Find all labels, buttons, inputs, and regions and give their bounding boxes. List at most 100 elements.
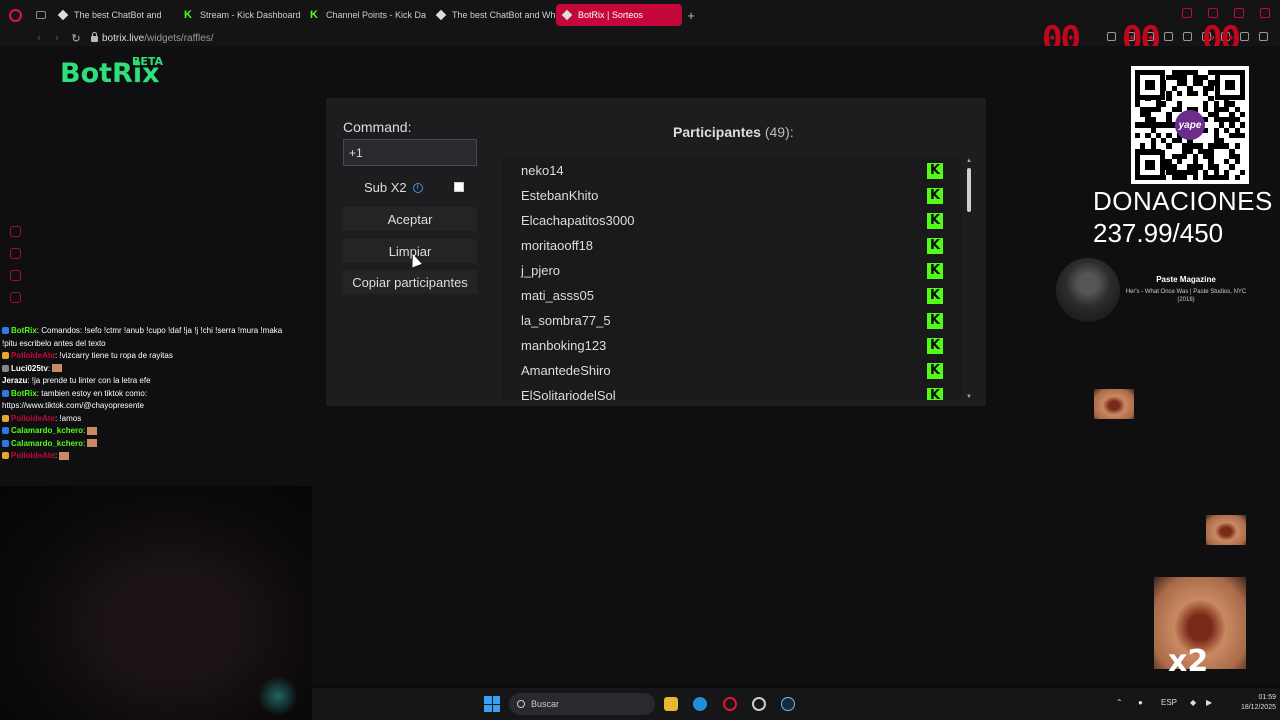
participant-row: la_sombra77_5 K (502, 308, 962, 333)
emote-image (59, 451, 70, 460)
chat-message: Calamardo_kchero: (2, 438, 312, 451)
sidebar-feature-icon[interactable] (10, 226, 21, 237)
badge-icon (2, 452, 9, 460)
badge-icon (2, 414, 9, 422)
chat-message: PolloideAte: (2, 450, 312, 463)
play-icon[interactable] (1183, 32, 1192, 41)
beta-badge: BETA (132, 55, 164, 68)
microphone-icon[interactable]: ● (1138, 698, 1143, 707)
tab-channel-points[interactable]: K Channel Points - Kick Da (304, 4, 430, 26)
taskbar-search[interactable]: Buscar (509, 693, 655, 715)
zoom-icon[interactable] (1107, 32, 1116, 41)
participant-row: neko14 K (502, 158, 962, 183)
close-icon[interactable] (1260, 8, 1270, 18)
scroll-down-icon[interactable]: ▼ (965, 394, 973, 400)
chat-message: Calamardo_kchero: (2, 425, 312, 438)
yape-logo: yape (1175, 110, 1205, 140)
command-label: Command: (343, 119, 412, 135)
donations-label: DONACIONES (1093, 186, 1273, 216)
webcam-feed (0, 486, 312, 720)
sub-x2-checkbox[interactable] (454, 182, 464, 192)
sidebar-feature-icon[interactable] (10, 248, 21, 259)
new-tab-button[interactable]: + (682, 8, 700, 23)
kick-icon: K (927, 312, 943, 329)
url-field[interactable]: botrix.live/widgets/raffles/ (102, 33, 214, 44)
chat-message: !pitu escribelo antes del texto (2, 338, 106, 348)
tab-botrix-1[interactable]: The best ChatBot and (52, 4, 178, 26)
command-input[interactable] (343, 139, 477, 166)
kick-icon: K (927, 287, 943, 304)
badge-icon (2, 364, 9, 372)
badge-icon (2, 327, 9, 335)
now-playing-subtitle: Her's - What Once Was | Paste Studios, N… (1125, 289, 1247, 303)
address-bar: ‹ › ↻ botrix.live/widgets/raffles/ (0, 30, 1280, 46)
translate-icon[interactable] (1164, 32, 1173, 41)
tab-kick-dashboard[interactable]: K Stream - Kick Dashboard (178, 4, 304, 26)
kick-icon: K (184, 9, 192, 21)
window-controls (1182, 8, 1270, 18)
opera-logo-icon[interactable] (0, 0, 30, 30)
scroll-up-icon[interactable]: ▲ (965, 158, 973, 164)
search-tabs-icon[interactable] (1182, 8, 1192, 18)
download-icon[interactable] (1240, 32, 1249, 41)
reload-icon[interactable]: ↻ (66, 32, 86, 45)
minimize-icon[interactable] (1208, 8, 1218, 18)
diamond-icon (435, 9, 447, 21)
kick-icon: K (927, 387, 943, 400)
taskbar (312, 688, 1280, 720)
chat-message: BotRix: tambien estoy en tiktok como: (2, 388, 312, 401)
chat-overlay: BotRix: Comandos: !sefo !ctmr !anub !cup… (2, 325, 312, 463)
opera-icon[interactable] (723, 697, 737, 711)
participant-row: ElSolitariodelSol K (502, 383, 962, 400)
language-indicator[interactable]: ESP (1161, 698, 1177, 707)
kick-icon: K (927, 362, 943, 379)
x2-multiplier: x2 (1168, 644, 1209, 679)
tray-expand-icon[interactable]: ⌃ (1116, 698, 1123, 707)
info-icon[interactable]: i (412, 182, 423, 193)
participant-row: j_pjero K (502, 258, 962, 283)
system-clock[interactable]: 01:59 18/12/2025 (1226, 693, 1276, 713)
sub-x2-label: Sub X2 (364, 180, 407, 195)
emote-image (87, 426, 98, 435)
maximize-icon[interactable] (1234, 8, 1244, 18)
lock-icon[interactable] (86, 32, 102, 42)
kick-icon: K (927, 162, 943, 179)
kick-icon: K (927, 237, 943, 254)
menu-icon[interactable] (1259, 32, 1268, 41)
participant-row: EstebanKhito K (502, 183, 962, 208)
edge-icon[interactable] (693, 697, 707, 711)
diamond-icon (561, 9, 573, 21)
network-icon[interactable]: ◆ (1190, 698, 1196, 707)
emote-image (1094, 389, 1134, 419)
kick-icon: K (927, 262, 943, 279)
badge-icon (2, 352, 9, 360)
sidebar-feature-icon[interactable] (10, 292, 21, 303)
accept-button[interactable]: Aceptar (343, 207, 477, 231)
participants-list[interactable]: neko14 K EstebanKhito K Elcachapatitos3000… (502, 158, 962, 400)
emote-image (87, 439, 98, 448)
obs-icon[interactable] (752, 697, 766, 711)
copy-participants-button[interactable]: Copiar participantes (343, 270, 477, 294)
steam-icon[interactable] (781, 697, 795, 711)
workspaces-icon[interactable] (30, 0, 52, 30)
chat-message: https://www.tiktok.com/@chayopresente (2, 401, 144, 410)
donations-value: 237.99/450 (1093, 218, 1224, 248)
participant-row: AmantedeShiro K (502, 358, 962, 383)
badge-icon (2, 427, 9, 435)
participants-scrollbar[interactable]: ▲ ▼ (965, 158, 973, 400)
file-explorer-icon[interactable] (664, 697, 678, 711)
tab-botrix-2[interactable]: The best ChatBot and Wh (430, 4, 556, 26)
forward-icon[interactable]: › (48, 32, 66, 44)
emote-image (1206, 515, 1246, 545)
chat-message: Luci025tv: (2, 363, 312, 376)
sidebar-feature-icon[interactable] (10, 270, 21, 281)
sub-x2-row: Sub X2 i (364, 180, 423, 195)
badge-icon (2, 389, 9, 397)
windows-start-icon[interactable] (484, 696, 500, 712)
tab-botrix-sorteos[interactable]: BotRix | Sorteos (556, 4, 682, 26)
volume-icon[interactable]: ▶ (1206, 698, 1212, 707)
diamond-icon (57, 9, 69, 21)
back-icon[interactable]: ‹ (30, 32, 48, 44)
participant-row: Elcachapatitos3000 K (502, 208, 962, 233)
scroll-thumb[interactable] (967, 168, 971, 212)
